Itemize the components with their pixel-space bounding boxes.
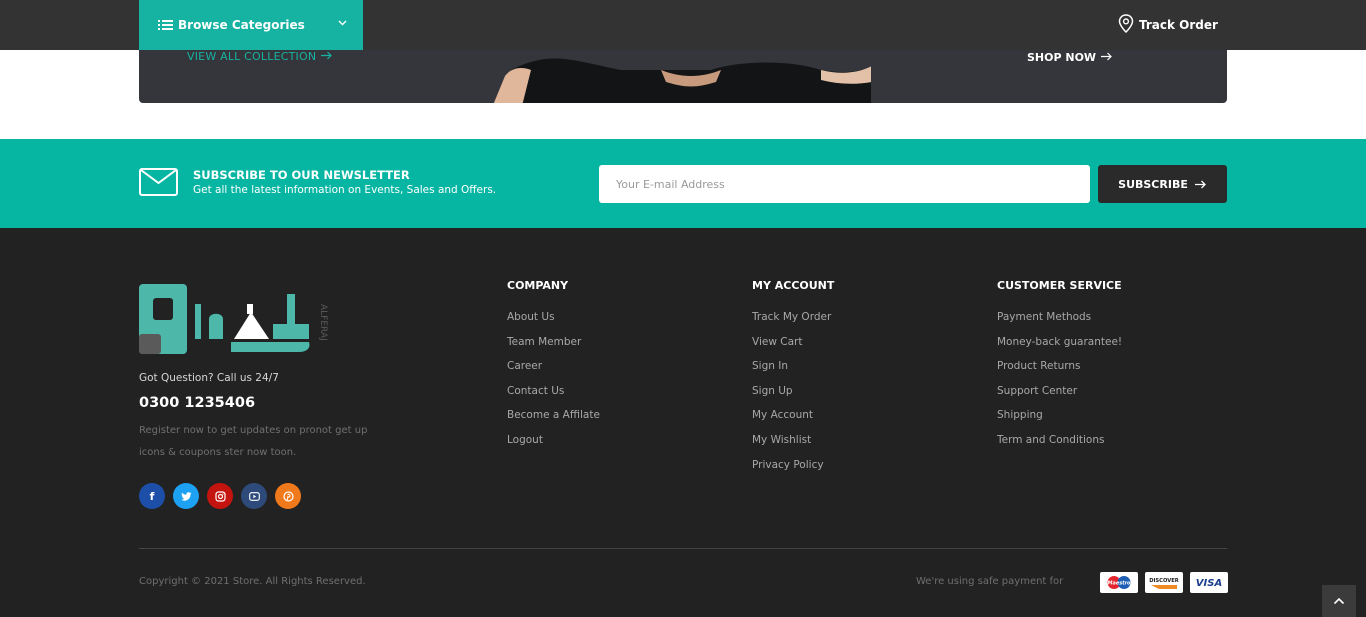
newsletter-title: SUBSCRIBE TO OUR NEWSLETTER (193, 168, 410, 182)
footer-link[interactable]: My Wishlist (752, 433, 834, 458)
footer-link[interactable]: Product Returns (997, 359, 1122, 384)
footer-link[interactable]: Contact Us (507, 384, 600, 409)
footer-link[interactable]: Term and Conditions (997, 433, 1122, 458)
contact-prompt: Got Question? Call us 24/7 (139, 372, 279, 384)
safe-payment-text: We're using safe payment for (916, 576, 1064, 587)
instagram-icon[interactable] (207, 483, 233, 509)
twitter-icon[interactable] (173, 483, 199, 509)
scroll-to-top-button[interactable] (1322, 585, 1356, 617)
email-input[interactable] (599, 165, 1090, 203)
footer-link[interactable]: Track My Order (752, 310, 834, 335)
newsletter-section: SUBSCRIBE TO OUR NEWSLETTER Get all the … (0, 139, 1366, 228)
svg-text:ALFERAJ: ALFERAJ (318, 304, 328, 341)
track-order-label: Track Order (1139, 18, 1218, 32)
chevron-up-icon (1333, 597, 1345, 605)
svg-text:DISCOVER: DISCOVER (1149, 578, 1179, 584)
envelope-icon (139, 168, 178, 200)
browse-categories-button[interactable]: Browse Categories (139, 0, 363, 50)
footer-link[interactable]: Payment Methods (997, 310, 1122, 335)
register-text: Register now to get updates on pronot ge… (139, 425, 368, 458)
footer-link[interactable]: Support Center (997, 384, 1122, 409)
footer-column-my-account: MY ACCOUNT Track My Order View Cart Sign… (752, 280, 834, 482)
footer: ALFERAJ Got Question? Call us 24/7 0300 … (0, 228, 1366, 617)
footer-divider (139, 548, 1227, 549)
chevron-down-icon (338, 18, 347, 29)
footer-link[interactable]: My Account (752, 408, 834, 433)
column-title: CUSTOMER SERVICE (997, 279, 1122, 292)
phone-number[interactable]: 0300 1235406 (139, 395, 255, 411)
footer-link[interactable]: Privacy Policy (752, 458, 834, 483)
promo-banner: VIEW ALL COLLECTION SHOP NOW (139, 50, 1227, 103)
footer-column-customer-service: CUSTOMER SERVICE Payment Methods Money-b… (997, 280, 1122, 458)
browse-categories-label: Browse Categories (178, 18, 305, 32)
arrow-right-icon (1194, 180, 1206, 188)
column-title: MY ACCOUNT (752, 279, 835, 292)
footer-column-company: COMPANY About Us Team Member Career Cont… (507, 280, 600, 458)
svg-text:VISA: VISA (1196, 578, 1222, 589)
social-links: f (139, 483, 301, 509)
shop-now-link[interactable]: SHOP NOW (1027, 51, 1113, 64)
footer-link[interactable]: Career (507, 359, 600, 384)
copyright-text: Copyright © 2021 Store. All Rights Reser… (139, 576, 366, 587)
arrow-right-icon (320, 51, 332, 60)
facebook-icon[interactable]: f (139, 483, 165, 509)
location-pin-icon (1118, 14, 1134, 36)
footer-link[interactable]: About Us (507, 310, 600, 335)
footer-link[interactable]: Shipping (997, 408, 1122, 433)
footer-link[interactable]: Team Member (507, 335, 600, 360)
discover-card-icon: DISCOVER (1145, 572, 1183, 593)
svg-text:Maestro: Maestro (1107, 581, 1131, 587)
youtube-icon[interactable] (241, 483, 267, 509)
footer-link[interactable]: Money-back guarantee! (997, 335, 1122, 360)
column-title: COMPANY (507, 279, 569, 292)
sticky-header: Browse Categories Track Order (0, 0, 1366, 50)
subscribe-button[interactable]: SUBSCRIBE (1098, 165, 1227, 203)
banner-model-image (493, 58, 871, 103)
footer-link[interactable]: Logout (507, 433, 600, 458)
arrow-right-icon (1100, 52, 1112, 61)
track-order-link[interactable]: Track Order (1118, 14, 1218, 36)
footer-link[interactable]: Sign In (752, 359, 834, 384)
maestro-card-icon: Maestro (1100, 572, 1138, 593)
view-all-collection-link[interactable]: VIEW ALL COLLECTION (187, 50, 333, 63)
footer-link[interactable]: Sign Up (752, 384, 834, 409)
footer-link[interactable]: Become a Affilate (507, 408, 600, 433)
visa-card-icon: VISA (1190, 572, 1228, 593)
payment-cards: Maestro DISCOVER VISA (1100, 572, 1228, 593)
newsletter-subtitle: Get all the latest information on Events… (193, 184, 497, 196)
pinterest-icon[interactable] (275, 483, 301, 509)
site-logo[interactable]: ALFERAJ (139, 284, 333, 358)
list-icon (158, 18, 173, 32)
footer-link[interactable]: View Cart (752, 335, 834, 360)
